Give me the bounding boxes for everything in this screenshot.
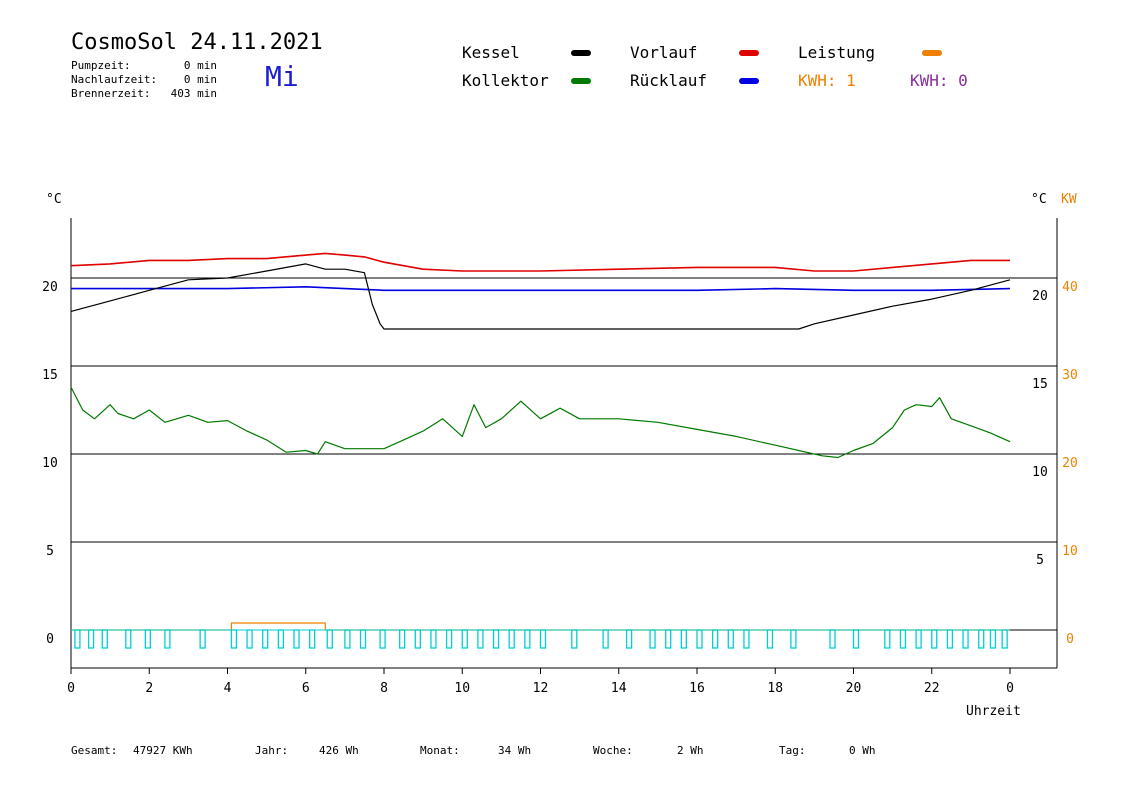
- pump-pulse: [931, 629, 938, 649]
- y-tick-label-left: 20: [42, 280, 58, 295]
- footer-gesamt-value: 47927 KWh: [133, 744, 193, 757]
- y-tick-label-kw: 10: [1062, 544, 1078, 559]
- pump-pulse: [430, 629, 437, 649]
- pump-pulse: [946, 629, 954, 649]
- pump-pulse: [852, 629, 860, 649]
- pump-pulse: [712, 629, 719, 649]
- y-tick-label-left: 5: [46, 544, 54, 559]
- pump-pulse: [539, 629, 547, 649]
- y-tick-label-left: 0: [46, 632, 54, 647]
- pump-pulse: [164, 629, 171, 649]
- x-tick-label: 2: [145, 681, 153, 696]
- pump-pulse: [829, 629, 836, 649]
- footer-gesamt-label: Gesamt:: [71, 744, 118, 757]
- x-tick-label: 20: [846, 681, 862, 696]
- pump-pulse: [477, 629, 484, 649]
- pump-pulse: [727, 629, 734, 649]
- footer-jahr-value: 426 Wh: [319, 744, 359, 757]
- y-tick-label-right: 15: [1032, 377, 1048, 392]
- pump-pulse: [602, 629, 609, 649]
- footer-monat-label: Monat:: [420, 744, 460, 757]
- pump-pulse: [461, 629, 468, 649]
- pump-pulse: [899, 629, 907, 649]
- pump-pulse: [230, 629, 238, 649]
- pump-pulse: [915, 629, 922, 649]
- pump-pulse: [508, 629, 515, 649]
- pump-pulse: [1001, 629, 1008, 649]
- pump-pulse: [101, 629, 108, 649]
- pump-pulse: [790, 629, 797, 649]
- y-axis-left-label: °C: [46, 192, 62, 207]
- pump-pulse: [125, 629, 132, 649]
- x-tick-label: 4: [224, 681, 232, 696]
- y-tick-label-right: 20: [1032, 289, 1048, 304]
- y-axis-kw-label: KW: [1061, 192, 1077, 207]
- pump-pulse: [144, 629, 151, 649]
- pump-pulse: [962, 629, 969, 649]
- x-tick-label: 18: [767, 681, 783, 696]
- x-tick-label: 10: [454, 681, 470, 696]
- pump-pulse: [445, 629, 453, 649]
- pump-pulse: [414, 629, 421, 649]
- x-tick-label: 14: [611, 681, 627, 696]
- pump-pulse: [978, 629, 985, 649]
- pump-pulse: [398, 629, 406, 649]
- series-leistung: [71, 622, 1010, 631]
- x-tick-label: 12: [533, 681, 549, 696]
- footer-woche-label: Woche:: [593, 744, 633, 757]
- pump-pulse: [379, 629, 386, 649]
- pump-pulse: [696, 629, 703, 649]
- series-kollektor: [70, 386, 1011, 459]
- pump-pulse: [571, 629, 578, 649]
- x-axis-label: Uhrzeit: [966, 704, 1021, 719]
- pump-pulse: [766, 629, 774, 649]
- footer-jahr-label: Jahr:: [255, 744, 289, 757]
- series-vorlauf: [70, 252, 1010, 272]
- pump-pulse: [293, 629, 300, 649]
- y-tick-label-right: 5: [1036, 553, 1044, 568]
- pump-pulse: [989, 629, 997, 649]
- y-tick-label-kw: 0: [1066, 632, 1074, 647]
- footer-woche-value: 2 Wh: [677, 744, 704, 757]
- series-ruecklauf: [71, 286, 1011, 292]
- pump-pulse: [524, 629, 531, 649]
- pump-pulse: [665, 629, 672, 649]
- chart-svg: °C °C KW Uhrzeit 0 2 4 6 8 10 12 14 16 18 20 22 0 0 5 1…: [42, 192, 1078, 719]
- pump-pulse: [649, 629, 656, 649]
- pump-pulse: [492, 629, 500, 649]
- series-kessel: [70, 263, 1011, 330]
- x-tick-label: 16: [689, 681, 705, 696]
- footer-monat-value: 34 Wh: [498, 744, 532, 757]
- x-tick-label: 0: [1006, 681, 1014, 696]
- y-axis-right-label: °C: [1031, 192, 1047, 207]
- pump-pulse: [359, 629, 367, 649]
- pump-pulse: [262, 629, 269, 649]
- y-tick-label-left: 10: [42, 456, 58, 471]
- x-tick-label: 0: [67, 681, 75, 696]
- pump-pulse: [344, 629, 351, 649]
- y-tick-label-kw: 30: [1062, 368, 1078, 383]
- footer-tag-label: Tag:: [779, 744, 806, 757]
- footer-tag-value: 0 Wh: [849, 744, 876, 757]
- pump-pulse: [277, 629, 285, 649]
- x-tick-label: 22: [924, 681, 940, 696]
- pump-pulse: [326, 629, 333, 649]
- pump-pulse: [743, 629, 750, 649]
- pump-pulse: [87, 629, 95, 649]
- pump-pulse: [680, 629, 687, 649]
- pump-pulse: [625, 629, 633, 649]
- y-tick-label-kw: 40: [1062, 280, 1078, 295]
- x-tick-label: 6: [302, 681, 310, 696]
- pump-pulse: [309, 629, 316, 649]
- pump-pulse: [884, 629, 891, 649]
- pump-pulse: [246, 629, 253, 649]
- y-tick-label-right: 10: [1032, 465, 1048, 480]
- x-tick-label: 8: [380, 681, 388, 696]
- y-tick-label-kw: 20: [1062, 456, 1078, 471]
- pump-pulse: [199, 629, 206, 649]
- y-tick-label-left: 15: [42, 368, 58, 383]
- pump-pulse: [74, 629, 81, 649]
